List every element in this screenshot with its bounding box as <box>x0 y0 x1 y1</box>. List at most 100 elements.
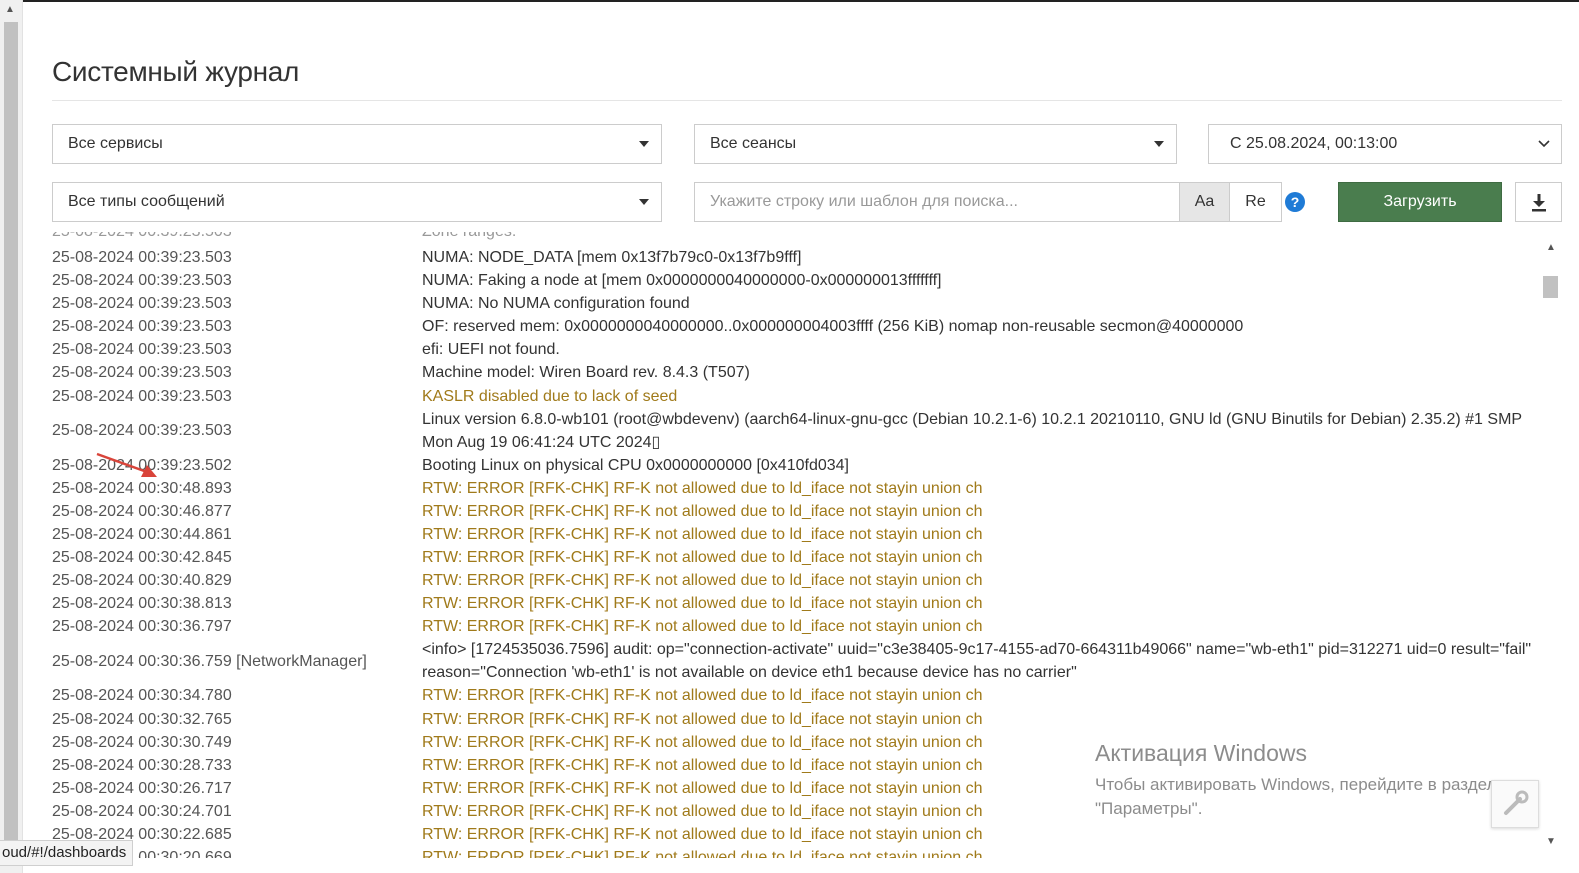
caret-down-icon <box>639 141 649 147</box>
log-message: RTW: ERROR [RFK-CHK] RF-K not allowed du… <box>422 849 983 858</box>
search-input[interactable]: Укажите строку или шаблон для поиска... <box>694 182 1180 222</box>
log-timestamp: 25-08-2024 00:39:23.503 <box>52 295 232 313</box>
log-row: 25-08-2024 00:30:32.765 RTW: ERROR [RFK-C… <box>52 708 1540 731</box>
scroll-down-icon[interactable]: ▼ <box>1546 836 1556 847</box>
scroll-up-icon[interactable]: ▲ <box>1546 242 1556 253</box>
settings-wrench-button[interactable] <box>1491 780 1539 828</box>
log-timestamp: 25-08-2024 00:30:24.701 <box>52 802 232 820</box>
log-timestamp: 25-08-2024 00:39:23.503 <box>52 364 232 382</box>
log-timestamp: 25-08-2024 00:30:36.797 <box>52 618 232 636</box>
log-timestamp: 25-08-2024 00:30:42.845 <box>52 549 232 567</box>
log-message: RTW: ERROR [RFK-CHK] RF-K not allowed du… <box>422 618 983 636</box>
services-select[interactable]: Все сервисы <box>52 124 662 164</box>
wrench-icon <box>1504 790 1529 815</box>
log-timestamp: 25-08-2024 00:30:40.829 <box>52 572 232 590</box>
page-title: Системный журнал <box>52 56 300 87</box>
log-timestamp: 25-08-2024 00:30:28.733 <box>52 756 232 774</box>
log-timestamp: 25-08-2024 00:39:23.503 <box>52 341 232 359</box>
log-row: 25-08-2024 00:39:23.503 efi: UEFI not fou… <box>52 338 1540 361</box>
log-message: RTW: ERROR [RFK-CHK] RF-K not allowed du… <box>422 710 983 728</box>
log-row: 25-08-2024 00:30:44.861 RTW: ERROR [RFK-C… <box>52 523 1540 546</box>
log-message: Linux version 6.8.0-wb101 (root@wbdevenv… <box>422 410 1522 451</box>
log-timestamp: 25-08-2024 00:39:23.503 <box>52 249 232 266</box>
log-row: 25-08-2024 00:39:23.503 OF: reserved mem:… <box>52 315 1540 338</box>
log-timestamp: 25-08-2024 00:30:32.765 <box>52 710 232 728</box>
help-icon[interactable]: ? <box>1285 192 1305 212</box>
log-row: 25-08-2024 00:30:42.845 RTW: ERROR [RFK-C… <box>52 546 1540 569</box>
log-message: RTW: ERROR [RFK-CHK] RF-K not allowed du… <box>422 572 983 590</box>
log-message: KASLR disabled due to lack of seed <box>422 387 678 405</box>
chevron-down-icon <box>1538 140 1550 148</box>
log-message: RTW: ERROR [RFK-CHK] RF-K not allowed du… <box>422 525 983 543</box>
log-timestamp: 25-08-2024 00:39:23.503 <box>52 422 232 440</box>
log-timestamp: 25-08-2024 00:30:34.780 <box>52 687 232 705</box>
log-message: RTW: ERROR [RFK-CHK] RF-K not allowed du… <box>422 687 983 705</box>
download-icon <box>1531 194 1546 212</box>
log-row: 25-08-2024 00:39:23.503 Machine model: Wi… <box>52 361 1540 384</box>
log-row: 25-08-2024 00:30:46.877 RTW: ERROR [RFK-C… <box>52 500 1540 523</box>
watermark-title: Активация Windows <box>1095 740 1307 766</box>
log-timestamp: 25-08-2024 00:30:26.717 <box>52 779 232 797</box>
log-row: 25-08-2024 00:39:23.503 Zone ranges: <box>52 232 1540 246</box>
download-button[interactable] <box>1515 182 1562 222</box>
log-timestamp: 25-08-2024 00:30:36.759 [NetworkManager] <box>52 652 367 670</box>
log-timestamp: 25-08-2024 00:30:30.749 <box>52 733 232 751</box>
load-button[interactable]: Загрузить <box>1338 182 1502 222</box>
log-message: RTW: ERROR [RFK-CHK] RF-K not allowed du… <box>422 479 983 497</box>
sessions-select-value: Все сеансы <box>710 135 797 152</box>
watermark-text: Чтобы активировать Windows, перейдите в … <box>1095 775 1497 818</box>
log-row: 25-08-2024 00:39:23.503 NUMA: Faking a no… <box>52 269 1540 292</box>
sessions-select[interactable]: Все сеансы <box>694 124 1177 164</box>
log-timestamp: 25-08-2024 00:39:23.503 <box>52 318 232 336</box>
search-placeholder: Укажите строку или шаблон для поиска... <box>710 193 1018 210</box>
log-row: 25-08-2024 00:30:34.780 RTW: ERROR [RFK-C… <box>52 684 1540 707</box>
window-top-border <box>0 0 1579 2</box>
services-select-value: Все сервисы <box>68 135 163 152</box>
log-message: NUMA: No NUMA configuration found <box>422 295 690 313</box>
log-timestamp: 25-08-2024 00:30:44.861 <box>52 525 232 543</box>
caret-down-icon <box>1154 141 1164 147</box>
log-timestamp: 25-08-2024 00:30:38.813 <box>52 595 232 613</box>
log-message: efi: UEFI not found. <box>422 341 560 359</box>
log-row: 25-08-2024 00:39:23.503 NUMA: No NUMA con… <box>52 292 1540 315</box>
title-divider <box>52 100 1562 101</box>
status-bar-url: oud/#!/dashboards <box>0 840 134 866</box>
case-sensitive-toggle[interactable]: Aa <box>1179 182 1230 222</box>
log-message: RTW: ERROR [RFK-CHK] RF-K not allowed du… <box>422 502 983 520</box>
log-message: NUMA: Faking a node at [mem 0x0000000040… <box>422 272 942 290</box>
log-scrollbar-thumb[interactable] <box>1543 276 1558 298</box>
log-row: 25-08-2024 00:30:38.813 RTW: ERROR [RFK-C… <box>52 592 1540 615</box>
log-row: 25-08-2024 00:30:20.669 RTW: ERROR [RFK-C… <box>52 846 1540 858</box>
log-row: 25-08-2024 00:30:48.893 RTW: ERROR [RFK-C… <box>52 477 1540 500</box>
log-message: <info> [1724535036.7596] audit: op="conn… <box>422 641 1532 682</box>
scroll-up-icon[interactable]: ▲ <box>5 4 15 15</box>
log-row: 25-08-2024 00:39:23.502 Booting Linux on … <box>52 454 1540 477</box>
log-message: NUMA: NODE_DATA [mem 0x13f7b79c0-0x13f7b… <box>422 249 802 266</box>
log-row: 25-08-2024 00:30:36.797 RTW: ERROR [RFK-C… <box>52 615 1540 638</box>
log-row: 25-08-2024 00:39:23.503 NUMA: NODE_DATA [… <box>52 246 1540 269</box>
message-types-select[interactable]: Все типы сообщений <box>52 182 662 222</box>
log-message: RTW: ERROR [RFK-CHK] RF-K not allowed du… <box>422 595 983 613</box>
log-message: Zone ranges: <box>422 232 1540 243</box>
log-timestamp: 25-08-2024 00:39:23.503 <box>52 387 232 405</box>
log-message: RTW: ERROR [RFK-CHK] RF-K not allowed du… <box>422 825 983 843</box>
page-scrollbar-thumb[interactable] <box>4 22 18 842</box>
log-message: Machine model: Wiren Board rev. 8.4.3 (T… <box>422 364 750 382</box>
log-timestamp: 25-08-2024 00:39:23.503 <box>52 232 232 243</box>
log-message: RTW: ERROR [RFK-CHK] RF-K not allowed du… <box>422 549 983 567</box>
page-scrollbar[interactable]: ▲ <box>0 0 23 873</box>
log-row: 25-08-2024 00:30:22.685 RTW: ERROR [RFK-C… <box>52 823 1540 846</box>
log-row: 25-08-2024 00:30:40.829 RTW: ERROR [RFK-C… <box>52 569 1540 592</box>
log-row: 25-08-2024 00:30:36.759 [NetworkManager]… <box>52 638 1540 684</box>
log-message: OF: reserved mem: 0x0000000040000000..0x… <box>422 318 1244 336</box>
log-message: Booting Linux on physical CPU 0x00000000… <box>422 456 849 474</box>
log-row: 25-08-2024 00:39:23.503 KASLR disabled du… <box>52 385 1540 408</box>
log-timestamp: 25-08-2024 00:39:23.503 <box>52 272 232 290</box>
log-scrollbar[interactable]: ▲ ▼ <box>1541 240 1560 852</box>
caret-down-icon <box>639 199 649 205</box>
log-timestamp: 25-08-2024 00:30:46.877 <box>52 502 232 520</box>
annotation-arrow-icon <box>96 452 157 477</box>
date-from-select[interactable]: С 25.08.2024, 00:13:00 <box>1208 124 1562 164</box>
regex-toggle[interactable]: Re <box>1229 182 1282 222</box>
date-from-value: С 25.08.2024, 00:13:00 <box>1230 135 1398 152</box>
